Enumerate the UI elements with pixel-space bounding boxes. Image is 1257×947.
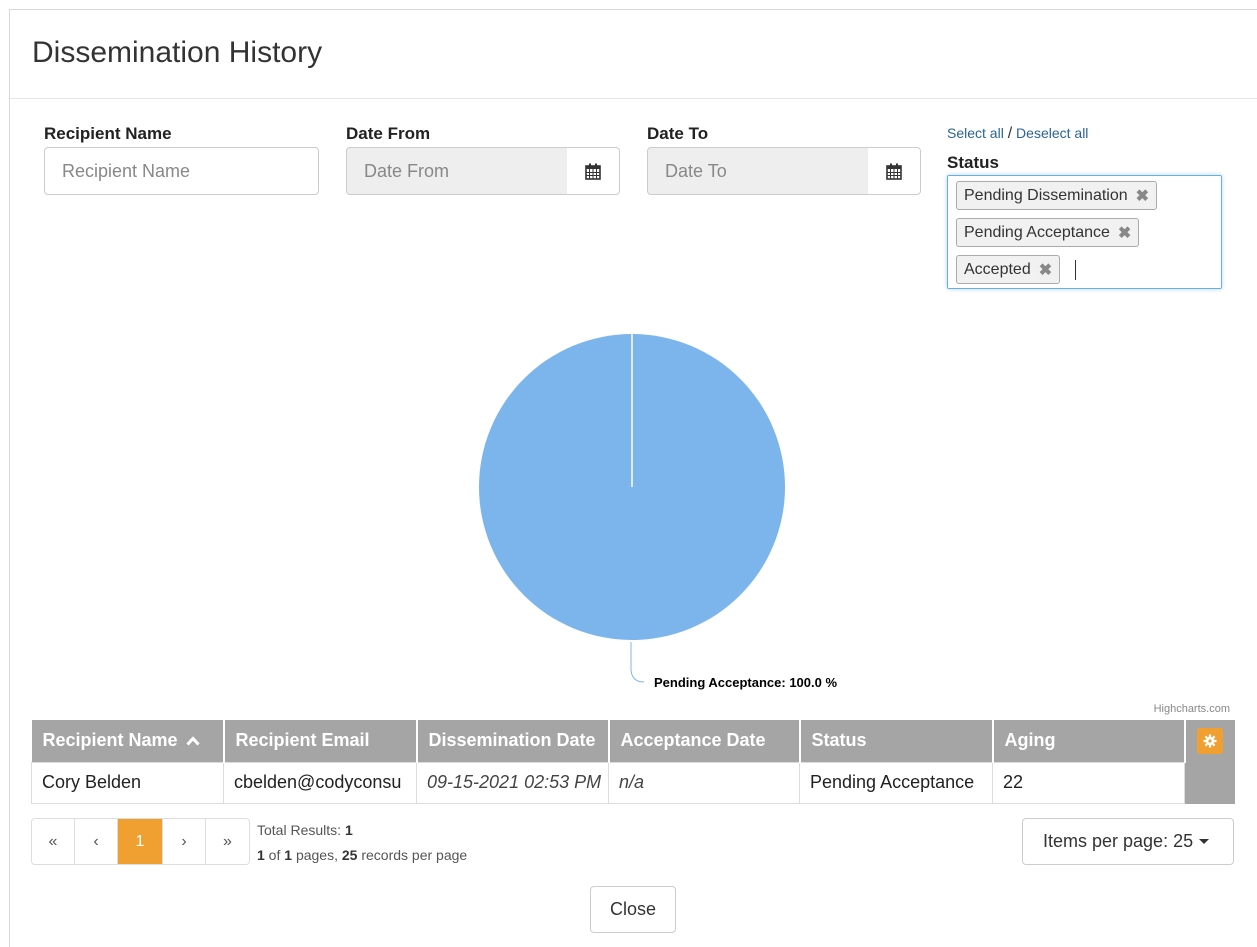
status-tag-label: Pending Dissemination	[964, 186, 1128, 204]
column-header-recipient-email[interactable]: Recipient Email	[223, 720, 418, 762]
select-links: Select all / Deselect all	[947, 125, 1088, 143]
status-label: Status	[947, 153, 999, 172]
date-from-group	[346, 147, 620, 195]
gear-icon	[1203, 734, 1216, 748]
dissemination-history-dialog: Dissemination History Recipient Name Dat…	[9, 9, 1257, 947]
status-tag-pending-dissemination: Pending Dissemination ✖	[956, 181, 1158, 210]
date-to-calendar-button[interactable]	[868, 147, 921, 195]
cell-actions	[1184, 761, 1235, 804]
pages-label: pages,	[292, 847, 342, 863]
column-header-aging[interactable]: Aging	[992, 720, 1186, 762]
date-from-input[interactable]	[346, 147, 568, 195]
cell-status: Pending Acceptance	[799, 761, 993, 804]
total-pages-number: 1	[284, 847, 293, 863]
page-1-button[interactable]: 1	[118, 819, 163, 864]
table-header-row: Recipient Name Recipient Email Dissemina…	[31, 720, 1235, 762]
text-cursor	[1075, 260, 1076, 280]
next-page-button[interactable]: ›	[163, 819, 206, 864]
items-per-page-label: Items per page: 25	[1043, 831, 1194, 851]
header-divider	[10, 98, 1257, 99]
status-tag-accepted: Accepted ✖	[956, 255, 1061, 284]
items-per-page-dropdown[interactable]: Items per page: 25	[1022, 818, 1234, 865]
chevron-up-icon	[185, 736, 200, 746]
results-table: Recipient Name Recipient Email Dissemina…	[31, 720, 1235, 804]
date-to-group	[647, 147, 921, 195]
recipient-name-label: Recipient Name	[44, 124, 172, 143]
caret-down-icon	[1199, 839, 1210, 844]
close-button[interactable]: Close	[590, 886, 676, 933]
column-header-acceptance-date[interactable]: Acceptance Date	[608, 720, 801, 762]
column-settings-cell	[1184, 720, 1235, 762]
table-row[interactable]: Cory Belden cbelden@codyconsu 09-15-2021…	[31, 761, 1235, 804]
of-label: of	[264, 847, 285, 863]
dialog-title: Dissemination History	[32, 36, 323, 69]
remove-tag-icon[interactable]: ✖	[1039, 260, 1052, 280]
column-header-label: Recipient Name	[42, 730, 178, 751]
page-summary: 1 of 1 pages, 25 records per page	[257, 847, 467, 863]
remove-tag-icon[interactable]: ✖	[1136, 186, 1149, 206]
status-tag-label: Accepted	[964, 260, 1031, 278]
status-tag-label: Pending Acceptance	[964, 223, 1110, 241]
status-multiselect[interactable]: Pending Dissemination ✖ Pending Acceptan…	[947, 175, 1222, 289]
column-header-dissemination-date[interactable]: Dissemination Date	[416, 720, 610, 762]
date-from-calendar-button[interactable]	[567, 147, 620, 195]
last-page-button[interactable]: »	[206, 819, 249, 864]
cell-aging: 22	[992, 761, 1185, 804]
records-label: records per page	[357, 847, 468, 863]
deselect-all-link[interactable]: Deselect all	[1016, 125, 1088, 141]
total-results-count: 1	[344, 822, 353, 838]
status-pie-chart: Pending Acceptance: 100.0 %	[10, 310, 1257, 710]
pie-data-label: Pending Acceptance: 100.0 %	[654, 675, 837, 690]
highcharts-credits[interactable]: Highcharts.com	[1154, 703, 1230, 715]
total-results: Total Results: 1	[257, 822, 353, 838]
pagination: « ‹ 1 › »	[31, 818, 250, 865]
cell-acceptance-date: n/a	[608, 761, 800, 804]
date-to-input[interactable]	[647, 147, 869, 195]
column-settings-button[interactable]	[1196, 727, 1223, 754]
cell-recipient-email: cbelden@codyconsu	[223, 761, 417, 804]
data-label-connector	[630, 642, 645, 683]
first-page-button[interactable]: «	[32, 819, 75, 864]
calendar-icon	[585, 163, 601, 180]
status-tag-pending-acceptance: Pending Acceptance ✖	[956, 218, 1140, 247]
select-all-link[interactable]: Select all	[947, 125, 1004, 141]
current-page-number: 1	[257, 847, 265, 863]
link-separator: /	[1007, 125, 1013, 142]
date-from-label: Date From	[346, 124, 431, 143]
remove-tag-icon[interactable]: ✖	[1118, 223, 1131, 243]
recipient-name-input[interactable]	[44, 147, 319, 195]
column-header-recipient-name[interactable]: Recipient Name	[31, 720, 225, 762]
date-to-label: Date To	[647, 124, 709, 143]
calendar-icon	[886, 163, 902, 180]
records-per-page-number: 25	[341, 847, 358, 863]
total-results-label: Total Results:	[257, 822, 345, 838]
cell-dissemination-date: 09-15-2021 02:53 PM	[416, 761, 609, 804]
column-header-status[interactable]: Status	[799, 720, 994, 762]
cell-recipient-name: Cory Belden	[31, 761, 224, 804]
previous-page-button[interactable]: ‹	[75, 819, 118, 864]
pie-chart-svg: Pending Acceptance: 100.0 %	[479, 334, 837, 690]
